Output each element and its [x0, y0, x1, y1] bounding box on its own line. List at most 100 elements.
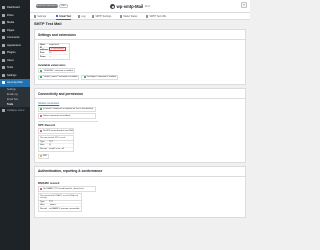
tab-label: Log	[81, 15, 86, 18]
sidebar-item-label: Tools	[7, 66, 14, 70]
sidebar-item-label: Media	[7, 21, 15, 25]
server-info-table: Host smtp.local IP address IP not resolved…	[38, 43, 70, 60]
panel-heading: Authentication, reporting & conformance	[35, 167, 245, 177]
row-value[interactable]: v=spf1 a mx ~all	[49, 148, 64, 150]
record-heading: Recommended DMARC record (Wildcard setti…	[39, 194, 81, 201]
status-icon	[120, 15, 123, 18]
sidebar-item-label: Posts	[7, 13, 14, 17]
sidebar-item-label: Pages	[7, 28, 15, 32]
tab-mailer-status[interactable]: Mailer Status	[120, 13, 137, 20]
sidebar-item-comments[interactable]: Comments	[0, 34, 30, 42]
row-value[interactable]: _dmarc	[49, 204, 56, 206]
status-alert: A "socket" connection is required for SM…	[38, 106, 96, 112]
gear-icon	[92, 15, 95, 18]
mail-badge[interactable]: MAIL	[59, 3, 68, 8]
sidebar-item-plugins[interactable]: Plugins	[0, 49, 30, 57]
alert-text: Socket connection to localhost	[43, 115, 71, 118]
status-alert: Socket connection to localhost	[38, 113, 96, 119]
question-icon[interactable]: ?	[241, 2, 247, 8]
row-key: Type	[40, 200, 45, 203]
row-value: —	[49, 55, 52, 58]
row-value[interactable]: v=DMARC1; p=none; rua=mailto:	[49, 208, 80, 210]
mail-icon	[56, 14, 59, 18]
plugin-title: wp-smtp-Mail	[116, 4, 144, 9]
plugin-version: v1.0	[144, 5, 150, 8]
main-content: SMTP Test Mail Settings and extensions H…	[34, 21, 246, 221]
sidebar-item-settings[interactable]: Settings	[0, 72, 30, 80]
row-key: Host	[40, 144, 45, 147]
collapse-menu-button[interactable]: Collapse menu	[0, 107, 30, 115]
tab-log[interactable]: Log	[78, 13, 85, 20]
sidebar-item-media[interactable]: Media	[0, 19, 30, 27]
admin-sidebar: Dashboard Posts Media Pages Comments App…	[0, 0, 30, 250]
tab-label: SMTP Test URL	[149, 15, 167, 18]
panel-heading: Connectivity and permission	[35, 89, 245, 99]
row-key: Host	[40, 204, 45, 207]
sidebar-item-dashboard[interactable]: Dashboard	[0, 4, 30, 12]
table-row: Record v=spf1 a mx ~all	[39, 148, 73, 151]
tab-smtp-settings[interactable]: SMTP Settings	[92, 13, 111, 20]
sidebar-subitem-label: Settings	[7, 87, 16, 91]
tab-label: Email Test	[59, 14, 72, 18]
extension-chip: "fsockopen" extension is enabled	[81, 74, 119, 80]
sidebar-subitem-label: Email Log	[7, 92, 18, 96]
row-value[interactable]: @	[49, 144, 51, 146]
row-value[interactable]: TXT	[49, 141, 53, 143]
tab-email-test[interactable]: Email Test	[56, 13, 72, 20]
extension-chip: "OPENSSL" extension is enabled	[38, 68, 76, 74]
sidebar-item-posts[interactable]: Posts	[0, 12, 30, 20]
status-dot-icon	[40, 187, 43, 190]
chip-label: "fsockopen" extension is enabled	[86, 76, 116, 79]
sidebar-item-label: Plugins	[7, 51, 16, 55]
row-key: Host	[40, 44, 45, 47]
tab-smtp-test-url[interactable]: SMTP Test URL	[146, 13, 166, 20]
alert-text: A "socket" connection is required for SM…	[43, 108, 93, 111]
status-dot-icon	[40, 69, 43, 72]
spf-title: SPF Record	[38, 123, 56, 128]
list-icon	[78, 15, 81, 18]
row-key: Record	[40, 148, 47, 151]
status-dot-icon	[40, 115, 43, 118]
plugin-header: SUPPORT PRODUCTS MAIL wp-smtp-Mail v1.0 …	[30, 0, 250, 13]
sidebar-item-pages[interactable]: Pages	[0, 27, 30, 35]
sidebar-item-label: Appearance	[7, 43, 21, 47]
settings-icon	[2, 73, 5, 77]
sidebar-item-wp-smtp-mail[interactable]: wp-smtp-Mail	[0, 79, 30, 87]
sidebar-item-label: Settings	[7, 73, 17, 77]
settings-icon	[34, 15, 37, 18]
tab-label: Mailer Status	[123, 15, 138, 18]
pin-icon	[2, 13, 5, 17]
row-key: Record	[40, 208, 47, 211]
collapse-icon	[2, 108, 5, 112]
status-dot-icon	[40, 155, 42, 158]
tab-settings[interactable]: Settings	[34, 13, 46, 20]
collapse-label: Collapse menu	[7, 108, 25, 112]
extensions-title: Available extensions	[38, 62, 66, 67]
table-row: Record v=DMARC1; p=none; rua=mailto:	[39, 207, 81, 210]
wrench-icon	[2, 66, 5, 70]
sidebar-item-label: Comments	[7, 36, 20, 40]
link-icon	[146, 15, 149, 18]
status-alert: No DMARC TXT record found at _dmarc.host	[38, 186, 96, 192]
sidebar-item-tools[interactable]: Tools	[0, 64, 30, 72]
spf-status-chip: SPF	[38, 153, 49, 159]
dashboard-icon	[2, 6, 5, 10]
status-dot-icon	[83, 76, 86, 79]
sidebar-item-users[interactable]: Users	[0, 57, 30, 65]
sidebar-item-appearance[interactable]: Appearance	[0, 42, 30, 50]
alert-text: No SPF record found at host DNS	[43, 130, 74, 133]
sidebar-item-label: Users	[7, 58, 14, 62]
chip-label: "socket_connect" extension is enabled	[43, 76, 78, 79]
chip-label: "OPENSSL" extension is enabled	[43, 69, 73, 72]
support-badge[interactable]: SUPPORT PRODUCTS	[36, 3, 58, 8]
settings-panel: Settings and extensions Host smtp.local I…	[34, 29, 246, 85]
tab-label: Settings	[37, 15, 47, 18]
page-icon	[2, 28, 5, 32]
socket-connection-link[interactable]: Socket connection	[38, 102, 242, 105]
row-value: smtp.local	[49, 44, 59, 47]
extension-chip: "socket_connect" extension is enabled	[38, 74, 80, 80]
alert-text: No DMARC TXT record found at _dmarc.host	[43, 187, 84, 190]
row-value[interactable]: TXT	[49, 201, 53, 203]
status-dot-icon	[40, 108, 43, 111]
status-dot-icon	[40, 130, 43, 133]
